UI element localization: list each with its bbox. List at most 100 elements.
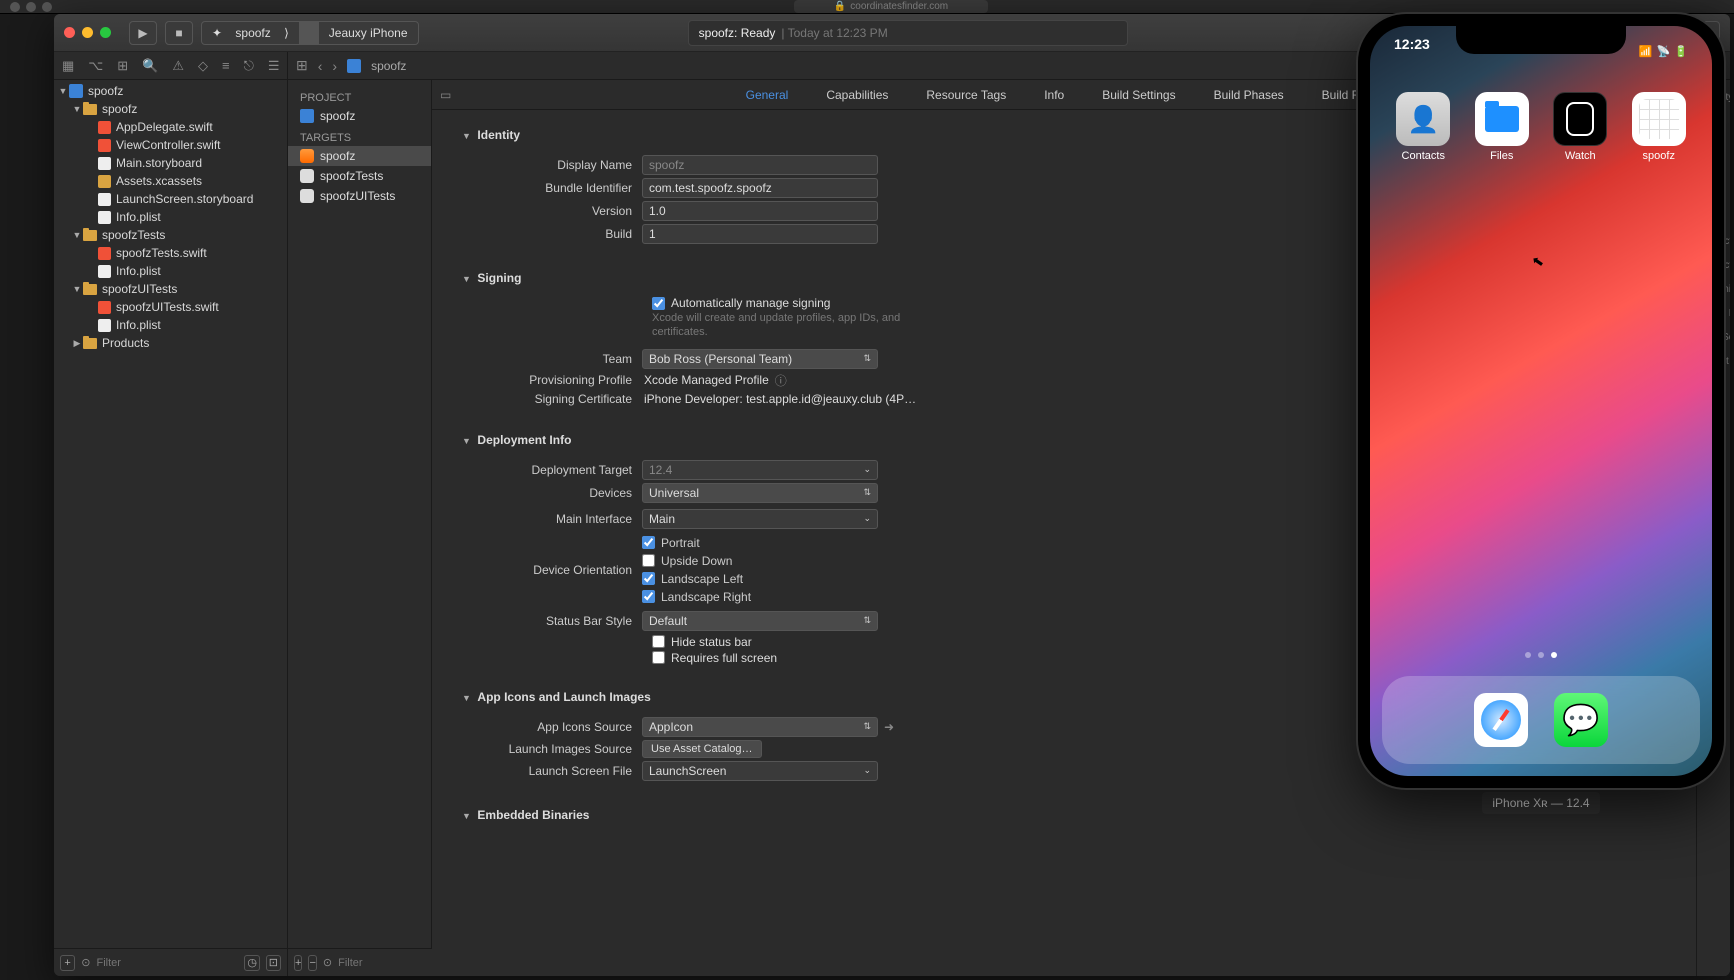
targets-list[interactable]: PROJECT spoofz TARGETS spoofz spoofzTest…	[288, 80, 432, 976]
target-spoofz-tests[interactable]: spoofzTests	[288, 166, 431, 186]
iphone-screen[interactable]: 12:23 📶📡🔋 👤Contacts Files Watch spoofz 💬	[1370, 26, 1712, 776]
tree-row[interactable]: Main.storyboard	[54, 154, 287, 172]
app-watch[interactable]: Watch	[1553, 92, 1607, 162]
version-field[interactable]	[642, 201, 878, 221]
tree-row[interactable]: ▼spoofz	[54, 100, 287, 118]
zoom-icon[interactable]	[100, 27, 111, 38]
recent-filter-icon[interactable]: ◷	[244, 955, 259, 971]
app-safari[interactable]	[1474, 693, 1528, 747]
tree-row[interactable]: ▼spoofzTests	[54, 226, 287, 244]
tree-row[interactable]: spoofzTests.swift	[54, 244, 287, 262]
remove-target-button[interactable]: −	[308, 955, 316, 971]
contacts-icon: 👤	[1396, 92, 1450, 146]
debug-nav-icon[interactable]: ≡	[222, 58, 230, 73]
tree-row[interactable]: Info.plist	[54, 262, 287, 280]
info-icon[interactable]: ⓘ	[775, 372, 787, 389]
auto-signing-checkbox[interactable]	[652, 297, 665, 310]
app-files[interactable]: Files	[1475, 92, 1529, 162]
app-spoofz[interactable]: spoofz	[1632, 92, 1686, 162]
tab-resource-tags[interactable]: Resource Tags	[926, 88, 1006, 109]
scheme-selector[interactable]: ✦ spoofz ⟩ Jeauxy iPhone	[201, 21, 419, 45]
tree-row[interactable]: ▼spoofzUITests	[54, 280, 287, 298]
go-arrow-icon[interactable]: ➜	[884, 720, 894, 734]
project-header: PROJECT	[288, 86, 431, 106]
folder-nav-icon[interactable]: ▦	[62, 58, 74, 74]
test-target-icon	[300, 169, 314, 183]
app-contacts[interactable]: 👤Contacts	[1396, 92, 1450, 162]
battery-icon: 🔋	[1674, 45, 1688, 58]
close-icon[interactable]	[64, 27, 75, 38]
tree-row[interactable]: LaunchScreen.storyboard	[54, 190, 287, 208]
test-nav-icon[interactable]: ◇	[198, 58, 208, 74]
tab-general[interactable]: General	[746, 88, 789, 109]
auto-signing-hint: Xcode will create and update profiles, a…	[652, 311, 952, 346]
back-icon[interactable]: ‹	[318, 58, 323, 74]
breakpoint-nav-icon[interactable]: ⎋	[244, 58, 254, 74]
tree-row[interactable]: Assets.xcassets	[54, 172, 287, 190]
devices-select[interactable]: Universal⇅	[642, 483, 878, 503]
landscape-right-checkbox[interactable]	[642, 590, 655, 603]
background-gutter	[0, 14, 54, 980]
target-spoofz[interactable]: spoofz	[288, 146, 431, 166]
navigator-selector[interactable]: ▦ ⌥ ⊞ 🔍 ⚠ ◇ ≡ ⎋ ☰	[54, 52, 287, 80]
use-asset-catalog-button[interactable]: Use Asset Catalog…	[642, 740, 762, 758]
forward-icon[interactable]: ›	[332, 58, 337, 74]
spoofz-icon	[1632, 92, 1686, 146]
tab-build-settings[interactable]: Build Settings	[1102, 88, 1175, 109]
source-control-icon[interactable]: ⌥	[88, 58, 103, 74]
filter-input[interactable]	[96, 957, 238, 969]
page-dots[interactable]	[1370, 652, 1712, 658]
related-items-icon[interactable]: ⊞	[296, 57, 308, 74]
navigator: ▦ ⌥ ⊞ 🔍 ⚠ ◇ ≡ ⎋ ☰ ▼spoofz▼spoofzAppDeleg…	[54, 52, 288, 976]
tree-row[interactable]: ▶Products	[54, 334, 287, 352]
upside-checkbox[interactable]	[642, 554, 655, 567]
deployment-target-select[interactable]: 12.4⌄	[642, 460, 878, 480]
display-name-field[interactable]	[642, 155, 878, 175]
tree-row[interactable]: Info.plist	[54, 208, 287, 226]
report-nav-icon[interactable]: ☰	[268, 58, 280, 74]
tree-row[interactable]: Info.plist	[54, 316, 287, 334]
add-target-button[interactable]: +	[294, 955, 302, 971]
app-icon-source-select[interactable]: AppIcon⇅	[642, 717, 878, 737]
targets-filter-input[interactable]	[338, 957, 480, 969]
portrait-checkbox[interactable]	[642, 536, 655, 549]
status-bar-select[interactable]: Default⇅	[642, 611, 878, 631]
add-button[interactable]: +	[60, 955, 75, 971]
project-icon	[347, 59, 361, 73]
symbol-nav-icon[interactable]: ⊞	[117, 58, 128, 74]
find-nav-icon[interactable]: 🔍	[142, 58, 158, 74]
simulator: 12:23 📶📡🔋 👤Contacts Files Watch spoofz 💬…	[1358, 14, 1724, 810]
window-controls[interactable]	[64, 27, 111, 38]
outline-toggle-icon[interactable]: ▭	[440, 88, 451, 109]
team-select[interactable]: Bob Ross (Personal Team)⇅	[642, 349, 878, 369]
issue-nav-icon[interactable]: ⚠	[172, 58, 184, 74]
landscape-left-checkbox[interactable]	[642, 572, 655, 585]
minimize-icon[interactable]	[82, 27, 93, 38]
jump-path[interactable]: spoofz	[371, 59, 406, 73]
navigator-filter[interactable]: + ⊙ ◷ ⊡	[54, 948, 287, 976]
project-tree[interactable]: ▼spoofz▼spoofzAppDelegate.swiftViewContr…	[54, 80, 287, 948]
tree-row[interactable]: ▼spoofz	[54, 82, 287, 100]
dock: 💬	[1382, 676, 1700, 764]
app-messages[interactable]: 💬	[1554, 693, 1608, 747]
run-button[interactable]: ▶	[129, 21, 157, 45]
full-screen-checkbox[interactable]	[652, 651, 665, 664]
url-bar[interactable]: 🔒 coordinatesfinder.com	[794, 0, 988, 13]
targets-filter[interactable]: + − ⊙	[288, 948, 432, 976]
main-interface-select[interactable]: Main⌄	[642, 509, 878, 529]
tab-info[interactable]: Info	[1044, 88, 1064, 109]
stop-button[interactable]: ■	[165, 21, 193, 45]
scm-filter-icon[interactable]: ⊡	[266, 955, 281, 971]
iphone-frame: 12:23 📶📡🔋 👤Contacts Files Watch spoofz 💬	[1358, 14, 1724, 788]
tree-row[interactable]: ViewController.swift	[54, 136, 287, 154]
hide-status-checkbox[interactable]	[652, 635, 665, 648]
tab-capabilities[interactable]: Capabilities	[826, 88, 888, 109]
target-spoofz-uitests[interactable]: spoofzUITests	[288, 186, 431, 206]
tab-build-phases[interactable]: Build Phases	[1214, 88, 1284, 109]
launch-screen-select[interactable]: LaunchScreen⌄	[642, 761, 878, 781]
project-item[interactable]: spoofz	[288, 106, 431, 126]
bundle-id-field[interactable]	[642, 178, 878, 198]
tree-row[interactable]: spoofzUITests.swift	[54, 298, 287, 316]
tree-row[interactable]: AppDelegate.swift	[54, 118, 287, 136]
build-field[interactable]	[642, 224, 878, 244]
